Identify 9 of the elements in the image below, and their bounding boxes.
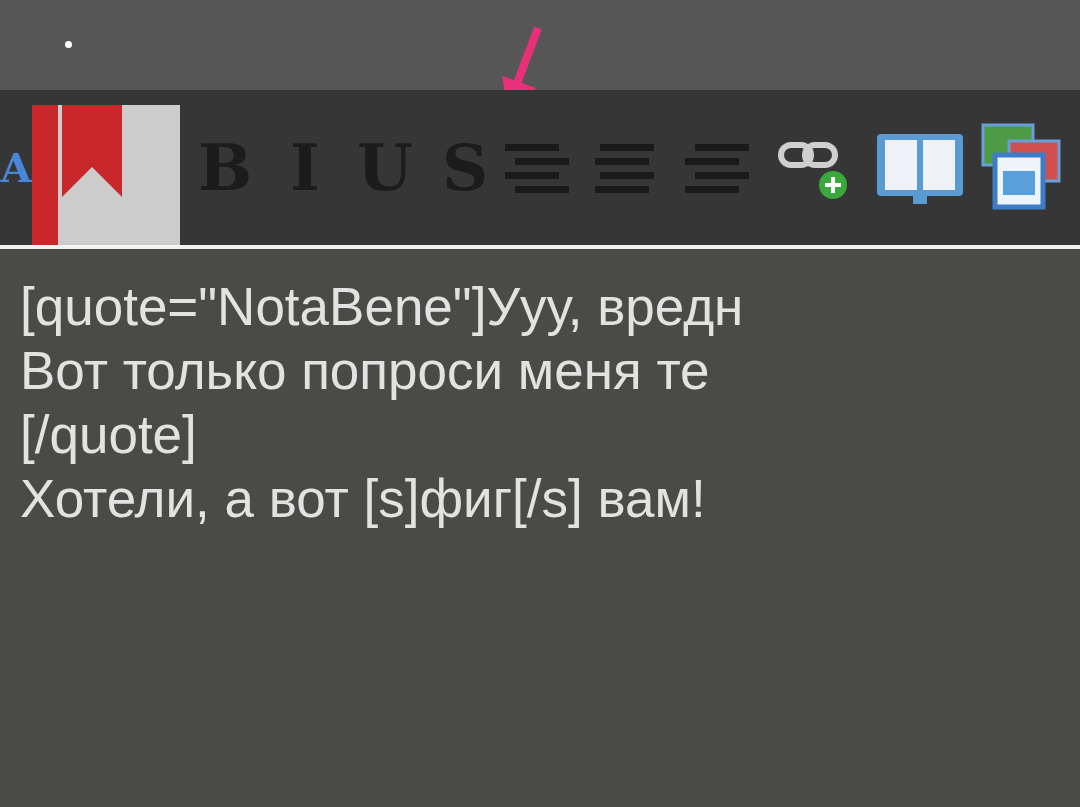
text-line: Вот только попроси меня те xyxy=(20,340,710,402)
windows-icon[interactable] xyxy=(981,122,1061,213)
format-button[interactable]: A xyxy=(0,144,32,191)
text-line: Хотели, а вот [s]фиг[/s] вам! xyxy=(20,468,706,530)
text-line: [/quote] xyxy=(20,404,197,466)
dot-icon xyxy=(65,41,72,48)
bookmark-icon xyxy=(32,105,180,245)
editor-text[interactable]: [quote="NotaBene"]Ууу, вредн Вот только попроси меня те [/quote] Хотели, а вот [s]фиг[/s] вам! xyxy=(0,249,1080,531)
text-line: [quote="NotaBene"]Ууу, вредн xyxy=(20,276,744,338)
